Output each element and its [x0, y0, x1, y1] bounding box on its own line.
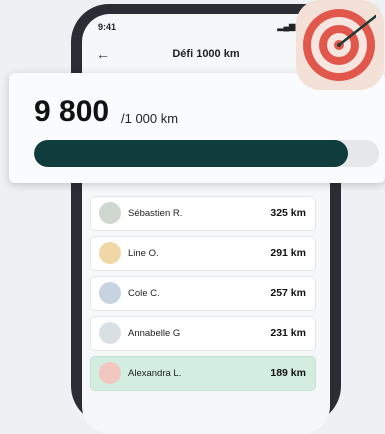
page-title: Défi 1000 km: [172, 48, 240, 60]
avatar: [99, 362, 121, 384]
participant-name: Cole C.: [128, 288, 160, 299]
participant-distance: 189 km: [270, 367, 306, 379]
avatar: [99, 242, 121, 264]
progress-bar: [34, 140, 379, 167]
participant-distance: 231 km: [270, 327, 306, 339]
status-bar: 9:41 ▂▄▆ ≋ ▭: [98, 22, 314, 32]
list-item[interactable]: Annabelle G 231 km: [90, 316, 316, 351]
avatar: [99, 282, 121, 304]
list-item-current-user[interactable]: Alexandra L. 189 km: [90, 356, 316, 391]
nav-bar: ← Défi 1000 km: [82, 44, 330, 66]
participant-distance: 325 km: [270, 207, 306, 219]
progress-value: 9 800: [34, 95, 110, 128]
target-badge: [296, 0, 384, 90]
progress-total: /1 000 km: [121, 111, 179, 126]
list-item[interactable]: Cole C. 257 km: [90, 276, 316, 311]
participant-name: Sébastien R.: [128, 208, 183, 219]
participant-name: Alexandra L.: [128, 368, 182, 379]
list-item[interactable]: Sébastien R. 325 km: [90, 196, 316, 231]
list-item[interactable]: Line O. 291 km: [90, 236, 316, 271]
progress-bar-fill: [34, 140, 348, 167]
target-icon: [303, 9, 376, 81]
participant-name: Annabelle G: [128, 328, 181, 339]
participant-name: Line O.: [128, 248, 159, 259]
participant-distance: 257 km: [270, 287, 306, 299]
status-time: 9:41: [98, 22, 117, 32]
avatar: [99, 202, 121, 224]
leaderboard-list: Sébastien R. 325 km Line O. 291 km Cole …: [90, 196, 316, 396]
avatar: [99, 322, 121, 344]
participant-distance: 291 km: [270, 247, 306, 259]
